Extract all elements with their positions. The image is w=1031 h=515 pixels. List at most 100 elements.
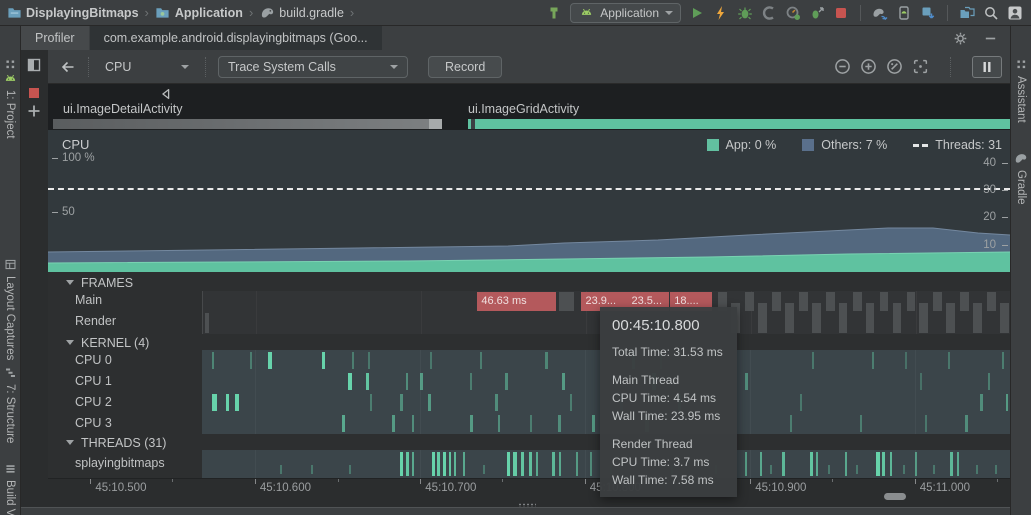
- sidebar-item-layout-captures[interactable]: Layout Captures: [0, 256, 20, 360]
- zoom-to-selection-icon[interactable]: [912, 58, 929, 75]
- kernel-header[interactable]: KERNEL (4): [48, 335, 1010, 350]
- zoom-in-icon[interactable]: [860, 58, 877, 75]
- time-tick-minor: [832, 479, 833, 482]
- profiler-icon[interactable]: [785, 5, 801, 21]
- thread-row-label: splayingbitmaps: [75, 456, 165, 470]
- kernel-activity-mark: [790, 415, 792, 432]
- lightning-icon[interactable]: [713, 5, 729, 21]
- hammer-icon[interactable]: [546, 5, 562, 21]
- frame-bar[interactable]: [799, 292, 808, 311]
- tooltip-render-thread-title: Render Thread: [612, 435, 725, 453]
- sdk-manager-icon[interactable]: [920, 5, 936, 21]
- kernel-activity-mark: [530, 415, 532, 432]
- frame-bar[interactable]: [880, 292, 889, 311]
- breadcrumb-item[interactable]: build.gradle: [279, 6, 344, 20]
- frame-bar[interactable]: [987, 292, 996, 311]
- reset-zoom-icon[interactable]: [886, 58, 903, 75]
- tab-profiler[interactable]: Profiler: [21, 26, 89, 50]
- frame-bar[interactable]: [933, 292, 942, 311]
- run-icon[interactable]: [689, 5, 705, 21]
- frame-bar[interactable]: [960, 292, 969, 311]
- sidebar-item-assistant[interactable]: Assistant: [1011, 56, 1031, 123]
- project-structure-icon[interactable]: [959, 5, 975, 21]
- frame-tooltip: 00:45:10.800 Total Time: 31.53 ms Main T…: [600, 307, 737, 497]
- frame-bar[interactable]: [758, 303, 767, 333]
- tab-process[interactable]: com.example.android.displayingbitmaps (G…: [90, 26, 382, 50]
- attach-debugger-icon[interactable]: [809, 5, 825, 21]
- frame-bar[interactable]: [205, 313, 210, 333]
- frame-bar[interactable]: [893, 303, 902, 333]
- frames-header[interactable]: FRAMES: [48, 274, 1010, 291]
- time-tick: [585, 479, 586, 484]
- frame-bar[interactable]: [772, 292, 781, 311]
- frame-bar[interactable]: [866, 303, 875, 333]
- stop-icon[interactable]: [833, 5, 849, 21]
- hide-panel-icon[interactable]: [982, 30, 998, 46]
- record-button[interactable]: Record: [428, 56, 502, 78]
- threads-header[interactable]: THREADS (31): [48, 435, 1010, 450]
- frame-bar[interactable]: [839, 303, 848, 333]
- add-session-icon[interactable]: [26, 103, 42, 119]
- coverage-icon[interactable]: [761, 5, 777, 21]
- search-icon[interactable]: [983, 5, 999, 21]
- time-tick-minor: [997, 479, 998, 482]
- gear-icon[interactable]: [952, 30, 968, 46]
- sessions-panel-icon[interactable]: [26, 57, 42, 73]
- cpu-usage-chart[interactable]: CPU App: 0 %Others: 7 %Threads: 31 100 %…: [48, 130, 1010, 272]
- thread-activity-mark: [890, 452, 892, 476]
- breadcrumb-item[interactable]: DisplayingBitmaps: [26, 6, 139, 20]
- thread-activity-mark: [349, 465, 351, 474]
- row-label-main: Main: [75, 293, 102, 307]
- gradle-sync-icon[interactable]: [872, 5, 888, 21]
- activity-label: ui.ImageGridActivity: [468, 102, 579, 116]
- chart-legend: App: 0 %Others: 7 %Threads: 31: [707, 138, 1002, 152]
- frame-bar[interactable]: [919, 303, 928, 333]
- track-gridline: [420, 350, 421, 434]
- breadcrumb-item[interactable]: Application: [175, 6, 243, 20]
- avatar-icon[interactable]: [1007, 5, 1023, 21]
- axis-tick: [1002, 217, 1008, 218]
- frame-bar[interactable]: [973, 303, 982, 333]
- kernel-activity-mark: [368, 352, 370, 369]
- frame-bar[interactable]: [1000, 303, 1009, 333]
- frame-bar[interactable]: [853, 292, 862, 311]
- profiler-type-select[interactable]: CPU: [101, 60, 193, 74]
- frame-bar[interactable]: [745, 292, 754, 311]
- back-icon[interactable]: [60, 59, 76, 75]
- horizontal-scrollbar[interactable]: [884, 493, 906, 500]
- frame-bar[interactable]: [826, 292, 835, 311]
- frame-bar[interactable]: [559, 292, 574, 311]
- run-config-select[interactable]: Application: [570, 3, 681, 23]
- thread-activity-mark: [507, 452, 510, 476]
- activity-label: ui.ImageDetailActivity: [63, 102, 183, 116]
- thread-activity-mark: [400, 452, 403, 476]
- pause-live-button[interactable]: [972, 56, 1002, 78]
- frame-bar[interactable]: [785, 303, 794, 333]
- frame-bar[interactable]: [907, 292, 916, 311]
- session-timeline[interactable]: ui.ImageDetailActivity ui.ImageGridActiv…: [48, 84, 1010, 130]
- activity-bar-imagegrid[interactable]: [468, 119, 1010, 129]
- collapse-icon: [66, 440, 74, 445]
- activity-bar-segment: [429, 119, 442, 129]
- time-axis: 45:10.50045:10.60045:10.70045:10.80045:1…: [48, 478, 1010, 497]
- sidebar-item-build-variants[interactable]: Build Variants: [0, 460, 20, 515]
- trace-config-select[interactable]: Trace System Calls: [218, 56, 408, 78]
- zoom-out-icon[interactable]: [834, 58, 851, 75]
- device-manager-icon[interactable]: [896, 5, 912, 21]
- frame-bar[interactable]: [946, 303, 955, 333]
- sidebar-item-1-project[interactable]: 1: Project: [0, 70, 20, 139]
- gradle-file-icon: [259, 5, 275, 21]
- time-tick: [420, 479, 421, 484]
- dash: [922, 144, 928, 147]
- kernel-activity-mark: [366, 373, 369, 390]
- kernel-activity-mark: [920, 373, 922, 390]
- activity-bar-imagedetail[interactable]: [53, 119, 445, 129]
- frame-bar-janky[interactable]: 46.63 ms: [477, 292, 556, 311]
- debug-icon[interactable]: [737, 5, 753, 21]
- frame-bar[interactable]: [812, 303, 821, 333]
- track-gridline: [916, 291, 917, 334]
- kernel-activity-mark: [505, 373, 508, 390]
- sidebar-item-7-structure[interactable]: 7: Structure: [0, 364, 20, 443]
- kernel-activity-mark: [562, 373, 565, 390]
- sidebar-item-gradle[interactable]: Gradle: [1011, 150, 1031, 205]
